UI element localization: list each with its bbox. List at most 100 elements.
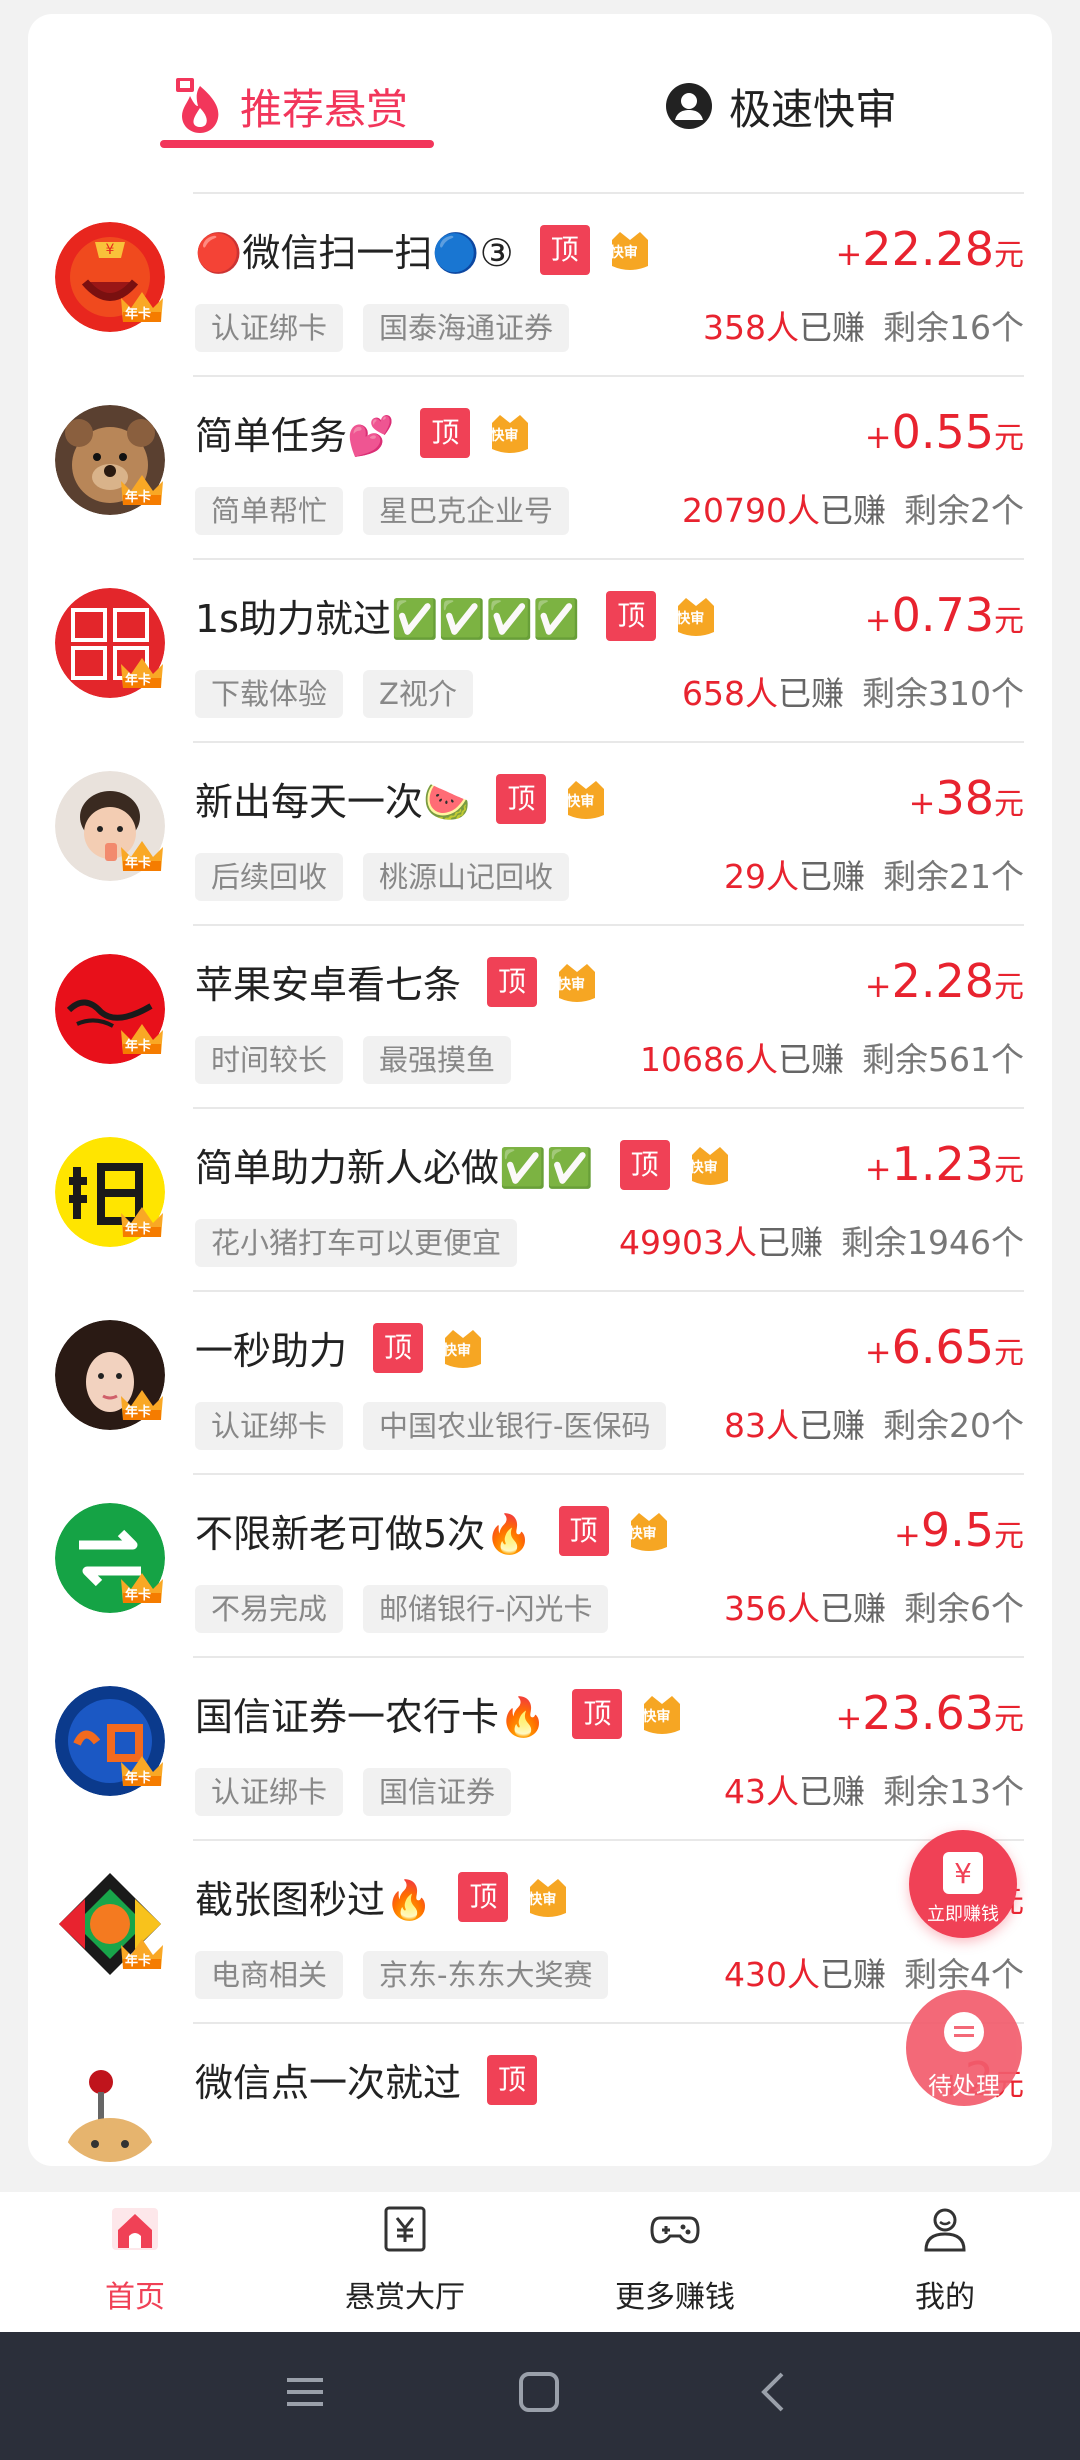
tag-chip: 桃源山记回收 bbox=[363, 853, 570, 901]
tag-chip: 时间较长 bbox=[195, 1036, 344, 1084]
fast-review-icon: 快审 bbox=[553, 958, 601, 1006]
profile-icon bbox=[924, 2208, 966, 2252]
nav-mine-label: 我的 bbox=[915, 2280, 975, 2315]
crown-badge: 年卡 bbox=[117, 1199, 167, 1239]
tag-chip: 京东-东东大奖赛 bbox=[363, 1951, 609, 1999]
tag-list: 下载体验 Z视介 bbox=[195, 670, 493, 718]
nav-reward-hall[interactable]: 悬赏大厅 bbox=[270, 2192, 540, 2332]
row-divider bbox=[193, 192, 1024, 194]
task-row[interactable]: 年卡 1s助力就过✅✅✅✅ 顶 快审 +0.73 元 下载体验 Z视介 658人已赚… bbox=[28, 558, 1052, 741]
tag-chip: 电商相关 bbox=[195, 1951, 344, 1999]
task-row[interactable]: 年卡 不限新老可做5次🔥 顶 快审 +9.5 元 不易完成 邮储银行-闪光卡 356… bbox=[28, 1473, 1052, 1656]
top-tag: 顶 bbox=[606, 590, 657, 641]
nav-more-earn[interactable]: 更多赚钱 bbox=[540, 2192, 810, 2332]
task-stats: 83人已赚 剩余20个 bbox=[724, 1406, 1024, 1445]
back-icon[interactable] bbox=[752, 2370, 796, 2414]
tag-chip: 国泰海通证券 bbox=[363, 304, 570, 352]
flame-icon bbox=[176, 78, 219, 133]
nav-home-label: 首页 bbox=[105, 2280, 165, 2315]
nav-more-earn-label: 更多赚钱 bbox=[615, 2280, 735, 2315]
svg-text:¥: ¥ bbox=[954, 1857, 972, 1890]
menu-icon[interactable] bbox=[283, 2370, 327, 2414]
top-tag: 顶 bbox=[572, 1688, 623, 1739]
fast-review-icon: 快审 bbox=[562, 775, 610, 823]
red-envelope-avatar: ¥ 年卡 bbox=[55, 222, 165, 332]
nav-home[interactable]: 首页 bbox=[0, 2192, 270, 2332]
row-divider bbox=[193, 1656, 1024, 1658]
pending-button[interactable]: 待处理 bbox=[906, 1990, 1022, 2106]
tag-chip: 认证绑卡 bbox=[195, 1768, 344, 1816]
crown-badge: 年卡 bbox=[117, 1016, 167, 1056]
crown-badge: 年卡 bbox=[117, 833, 167, 873]
task-stats: 10686人已赚 剩余561个 bbox=[640, 1040, 1024, 1079]
tag-chip: 最强摸鱼 bbox=[363, 1036, 512, 1084]
red-text-avatar: 年卡 bbox=[55, 954, 165, 1064]
fast-review-icon: 快审 bbox=[672, 592, 720, 640]
bottom-nav: 首页 悬赏大厅 更多赚钱 我的 bbox=[0, 2192, 1080, 2332]
tab-bar: 推荐悬赏 极速快审 bbox=[28, 14, 1052, 164]
tag-chip: 认证绑卡 bbox=[195, 304, 344, 352]
svg-text:¥: ¥ bbox=[106, 242, 115, 258]
reward-amount: +9.5 元 bbox=[894, 1503, 1024, 1557]
task-title: 1s助力就过✅✅✅✅ 顶 快审 bbox=[195, 588, 720, 643]
crown-badge: 年卡 bbox=[117, 650, 167, 690]
fast-review-icon: 快审 bbox=[524, 1873, 572, 1921]
tag-chip: 认证绑卡 bbox=[195, 1402, 344, 1450]
crown-badge: 年卡 bbox=[117, 1565, 167, 1605]
fast-review-icon: 快审 bbox=[638, 1690, 686, 1738]
task-title: 一秒助力 顶 快审 bbox=[195, 1320, 487, 1375]
reward-amount: +0.55 元 bbox=[864, 405, 1024, 459]
task-row[interactable]: 微信点一次就过 顶 +2元 bbox=[28, 2022, 1052, 2166]
task-stats: 356人已赚 剩余6个 bbox=[724, 1589, 1024, 1628]
tag-chip: 星巴克企业号 bbox=[363, 487, 570, 535]
tag-chip: 后续回收 bbox=[195, 853, 344, 901]
reward-amount: +2.28 元 bbox=[864, 954, 1024, 1008]
home-square-icon[interactable] bbox=[517, 2370, 561, 2414]
task-row[interactable]: 年卡 一秒助力 顶 快审 +6.65 元 认证绑卡 中国农业银行-医保码 83人已赚… bbox=[28, 1290, 1052, 1473]
fast-review-icon: 快审 bbox=[486, 409, 534, 457]
task-row[interactable]: 年卡 截张图秒过🔥 顶 快审 +5元 电商相关京东-东东大奖赛 430人已赚剩余… bbox=[28, 1839, 1052, 2022]
top-tag: 顶 bbox=[558, 1505, 609, 1556]
reward-amount: +38 元 bbox=[908, 771, 1024, 825]
reward-hall-icon bbox=[384, 2206, 426, 2252]
task-row[interactable]: 年卡 国信证券一农行卡🔥 顶 快审 +23.63 元 认证绑卡 国信证券 43人已赚… bbox=[28, 1656, 1052, 1839]
task-stats: 20790人已赚 剩余2个 bbox=[682, 491, 1024, 530]
reward-amount: +22.28 元 bbox=[835, 222, 1024, 276]
task-stats: 658人已赚 剩余310个 bbox=[682, 674, 1024, 713]
task-stats: 358人已赚 剩余16个 bbox=[703, 308, 1024, 347]
tag-chip: 中国农业银行-医保码 bbox=[363, 1402, 667, 1450]
task-row[interactable]: 年卡 苹果安卓看七条 顶 快审 +2.28 元 时间较长 最强摸鱼 10686人已赚… bbox=[28, 924, 1052, 1107]
top-tag: 顶 bbox=[487, 956, 538, 1007]
tab-fast-review[interactable]: 极速快审 bbox=[665, 66, 897, 146]
user-circle-icon bbox=[666, 83, 712, 129]
tab-recommended[interactable]: 推荐悬赏 bbox=[174, 66, 408, 146]
row-divider bbox=[193, 1290, 1024, 1292]
task-row[interactable]: 年卡 新出每天一次🍉 顶 快审 +38 元 后续回收 桃源山记回收 29人已赚 剩余2… bbox=[28, 741, 1052, 924]
tag-list: 时间较长 最强摸鱼 bbox=[195, 1036, 531, 1084]
reward-amount: +6.65 元 bbox=[864, 1320, 1024, 1374]
nav-mine[interactable]: 我的 bbox=[810, 2192, 1080, 2332]
row-divider bbox=[193, 558, 1024, 560]
top-tag: 顶 bbox=[373, 1322, 424, 1373]
colorful-avatar: 年卡 bbox=[55, 1869, 165, 1979]
task-title: 🔴微信扫一扫🔵③ 顶 快审 bbox=[195, 222, 654, 277]
earn-now-button[interactable]: ¥ 立即赚钱 bbox=[909, 1830, 1017, 1938]
row-divider bbox=[193, 1107, 1024, 1109]
tab-recommended-label: 推荐悬赏 bbox=[240, 84, 409, 134]
task-title: 截张图秒过🔥 顶 快审 bbox=[195, 1869, 572, 1924]
home-icon bbox=[112, 2208, 158, 2250]
task-title: 苹果安卓看七条 顶 快审 bbox=[195, 954, 601, 1009]
task-row[interactable]: 年卡 简单任务💕 顶 快审 +0.55 元 简单帮忙 星巴克企业号 20790人已赚… bbox=[28, 375, 1052, 558]
row-divider bbox=[193, 375, 1024, 377]
pending-label: 待处理 bbox=[928, 2072, 1000, 2100]
fast-review-icon: 快审 bbox=[686, 1141, 734, 1189]
top-tag: 顶 bbox=[458, 1871, 509, 1922]
task-stats: 49903人已赚 剩余1946个 bbox=[619, 1223, 1024, 1262]
top-tag: 顶 bbox=[619, 1139, 670, 1190]
task-row[interactable]: 年卡 简单助力新人必做✅✅ 顶 快审 +1.23 元 花小猪打车可以更便宜 499… bbox=[28, 1107, 1052, 1290]
task-stats: 43人已赚 剩余13个 bbox=[724, 1772, 1024, 1811]
exchange-avatar: 年卡 bbox=[55, 1503, 165, 1613]
task-row[interactable]: ¥ 年卡 🔴微信扫一扫🔵③ 顶 快审 +22.28 元 认证绑卡 国泰海通证券 35… bbox=[28, 192, 1052, 375]
fast-review-avatar: 年卡 bbox=[55, 588, 165, 698]
tag-chip: 邮储银行-闪光卡 bbox=[363, 1585, 609, 1633]
